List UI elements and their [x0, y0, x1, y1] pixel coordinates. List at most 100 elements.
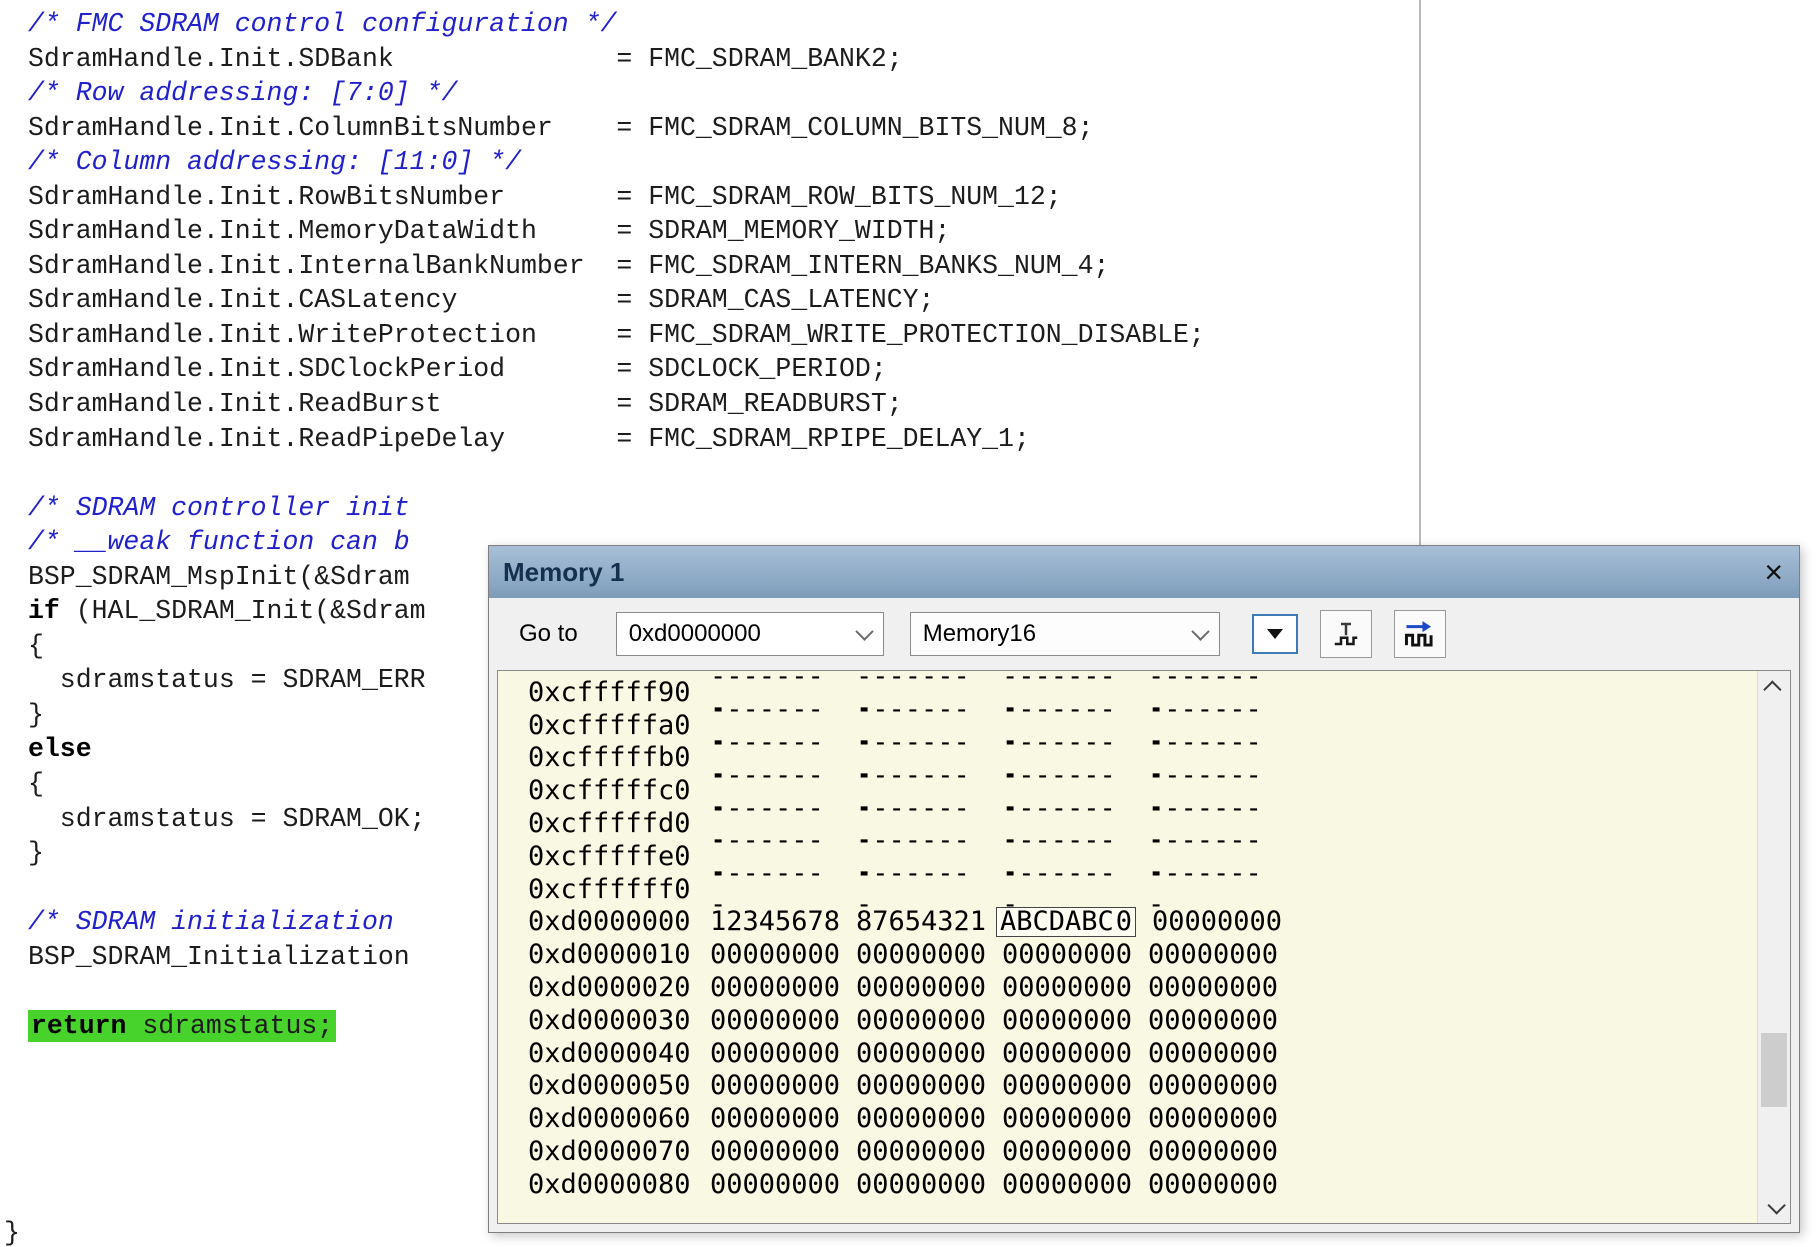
memory-address: 0xcfffffd0 [528, 808, 694, 839]
memory-address: 0xd0000050 [528, 1070, 694, 1101]
memory-cell[interactable]: 00000000 [710, 1005, 840, 1036]
desktop: /* FMC SDRAM control configuration */Sdr… [0, 0, 1816, 1247]
memory-row: 0xd0000010 00000000 00000000 00000000 000000… [498, 938, 1756, 971]
memory-cell[interactable]: 00000000 [710, 1038, 840, 1069]
triangle-down-icon [1267, 629, 1283, 639]
memory-rows: 0xcfffff90------------------------------… [498, 676, 1756, 1201]
memory-view-area[interactable]: 0xcfffff90------------------------------… [497, 670, 1791, 1224]
code-line: /* FMC SDRAM control configuration */ [28, 7, 1420, 42]
options-dropdown-button[interactable] [1252, 614, 1298, 654]
memory-format-value: Memory16 [923, 620, 1036, 648]
memory-address: 0xcfffffc0 [528, 775, 694, 806]
memory-address: 0xd0000010 [528, 939, 694, 970]
code-line [28, 456, 1420, 491]
memory-row: 0xd0000020 00000000 00000000 00000000 000000… [498, 971, 1756, 1004]
memory-cell[interactable]: 00000000 [1002, 1103, 1132, 1134]
code-line: /* Column addressing: [11:0] */ [28, 145, 1420, 180]
close-button[interactable]: × [1764, 556, 1783, 588]
memory-format-combobox[interactable]: Memory16 [910, 612, 1220, 656]
memory-cell[interactable]: 00000000 [1002, 1136, 1132, 1167]
chevron-down-icon[interactable] [855, 622, 873, 640]
goto-address-combobox[interactable]: 0xd0000000 [616, 612, 884, 656]
memory-window-titlebar[interactable]: Memory 1 × [489, 546, 1799, 598]
memory-cell[interactable]: 00000000 [1148, 1005, 1278, 1036]
probe-toolbar-button[interactable] [1320, 610, 1372, 658]
memory-address: 0xcfffffa0 [528, 710, 694, 741]
memory-cell[interactable]: 00000000 [1152, 906, 1282, 937]
vertical-scrollbar[interactable] [1757, 671, 1790, 1223]
memory-cell[interactable]: 00000000 [856, 972, 986, 1003]
memory-cell[interactable]: 00000000 [1002, 1005, 1132, 1036]
scrollbar-thumb[interactable] [1761, 1033, 1787, 1107]
chevron-down-icon[interactable] [1191, 622, 1209, 640]
memory-cell[interactable]: 00000000 [1002, 1070, 1132, 1101]
memory-cell[interactable]: 87654321 [856, 906, 986, 937]
chevron-up-icon [1763, 680, 1781, 698]
memory-address: 0xcfffff90 [528, 677, 694, 708]
scroll-up-button[interactable] [1758, 671, 1790, 703]
memory-address: 0xcfffffb0 [528, 742, 694, 773]
memory-row: 0xd0000040 00000000 00000000 00000000 000000… [498, 1037, 1756, 1070]
memory-cell[interactable]: 00000000 [1148, 972, 1278, 1003]
memory-cell[interactable]: 00000000 [1002, 972, 1132, 1003]
memory-cell[interactable]: 00000000 [856, 1038, 986, 1069]
memory-cell[interactable]: 00000000 [1148, 1038, 1278, 1069]
memory-cell[interactable]: 00000000 [856, 1103, 986, 1134]
memory-cell[interactable]: 00000000 [856, 939, 986, 970]
memory-row: 0xcffffff0------------------------------… [498, 873, 1756, 906]
code-line: SdramHandle.Init.CASLatency = SDRAM_CAS_… [28, 283, 1420, 318]
window-title: Memory 1 [503, 557, 1764, 588]
memory-address: 0xd0000080 [528, 1169, 694, 1200]
probe-pulse-icon [1331, 619, 1361, 649]
memory-cell[interactable]: 00000000 [710, 939, 840, 970]
memory-cell[interactable]: 00000000 [856, 1136, 986, 1167]
memory-cell[interactable]: 00000000 [1002, 1038, 1132, 1069]
memory-address: 0xcffffff0 [528, 874, 694, 905]
memory-cell[interactable]: 00000000 [1148, 1103, 1278, 1134]
memory-cell[interactable]: 00000000 [1148, 1070, 1278, 1101]
code-line: SdramHandle.Init.SDBank = FMC_SDRAM_BANK… [28, 42, 1420, 77]
memory-cell[interactable]: 12345678 [710, 906, 840, 937]
memory-cell[interactable]: 00000000 [1148, 1169, 1278, 1200]
code-line: SdramHandle.Init.MemoryDataWidth = SDRAM… [28, 214, 1420, 249]
goto-address-value: 0xd0000000 [629, 620, 761, 648]
memory-cell[interactable]: 00000000 [710, 1136, 840, 1167]
memory-address: 0xd0000020 [528, 972, 694, 1003]
memory-cell[interactable]: 00000000 [710, 972, 840, 1003]
memory-address: 0xcfffffe0 [528, 841, 694, 872]
memory-row: 0xd0000070 00000000 00000000 00000000 000000… [498, 1135, 1756, 1168]
memory-cell[interactable]: 00000000 [1002, 1169, 1132, 1200]
memory-row: 0xd0000030 00000000 00000000 00000000 000000… [498, 1004, 1756, 1037]
code-line: SdramHandle.Init.ReadBurst = SDRAM_READB… [28, 387, 1420, 422]
chevron-down-icon [1767, 1196, 1785, 1214]
memory-cell[interactable]: 00000000 [710, 1070, 840, 1101]
memory-cell-editing[interactable]: ABCDABC0 [996, 907, 1136, 937]
code-line: SdramHandle.Init.WriteProtection = FMC_S… [28, 318, 1420, 353]
scroll-down-button[interactable] [1758, 1191, 1790, 1223]
memory-cell[interactable]: 00000000 [1148, 939, 1278, 970]
memory-address: 0xd0000030 [528, 1005, 694, 1036]
memory-toolbar: Go to 0xd0000000 Memory16 [489, 598, 1799, 670]
memory-row: 0xd0000050 00000000 00000000 00000000 000000… [498, 1070, 1756, 1103]
memory-address: 0xd0000000 [528, 906, 694, 937]
memory-window: Memory 1 × Go to 0xd0000000 Memory16 [488, 545, 1800, 1233]
code-line: /* SDRAM controller init [28, 491, 1420, 526]
memory-row: 0xd0000080 00000000 00000000 00000000 000000… [498, 1168, 1756, 1201]
code-line: SdramHandle.Init.RowBitsNumber = FMC_SDR… [28, 180, 1420, 215]
memory-cell[interactable]: 00000000 [710, 1169, 840, 1200]
code-line: SdramHandle.Init.SDClockPeriod = SDCLOCK… [28, 352, 1420, 387]
memory-cell[interactable]: 00000000 [1148, 1136, 1278, 1167]
memory-row: 0xd0000000 12345678 87654321 ABCDABC0 000000… [498, 906, 1756, 939]
code-line: /* Row addressing: [7:0] */ [28, 76, 1420, 111]
memory-cell[interactable]: 00000000 [856, 1070, 986, 1101]
memory-cell[interactable]: 00000000 [1002, 939, 1132, 970]
goto-label: Go to [519, 620, 578, 648]
memory-address: 0xd0000040 [528, 1038, 694, 1069]
memory-cell[interactable]: 00000000 [710, 1103, 840, 1134]
memory-cell[interactable]: 00000000 [856, 1169, 986, 1200]
memory-row: 0xd0000060000000000000000000000000000000… [498, 1102, 1756, 1135]
memory-address: 0xd0000070 [528, 1136, 694, 1167]
memory-cell[interactable]: 00000000 [856, 1005, 986, 1036]
editor-split-line [1419, 0, 1421, 546]
refresh-waveform-button[interactable] [1394, 610, 1446, 658]
